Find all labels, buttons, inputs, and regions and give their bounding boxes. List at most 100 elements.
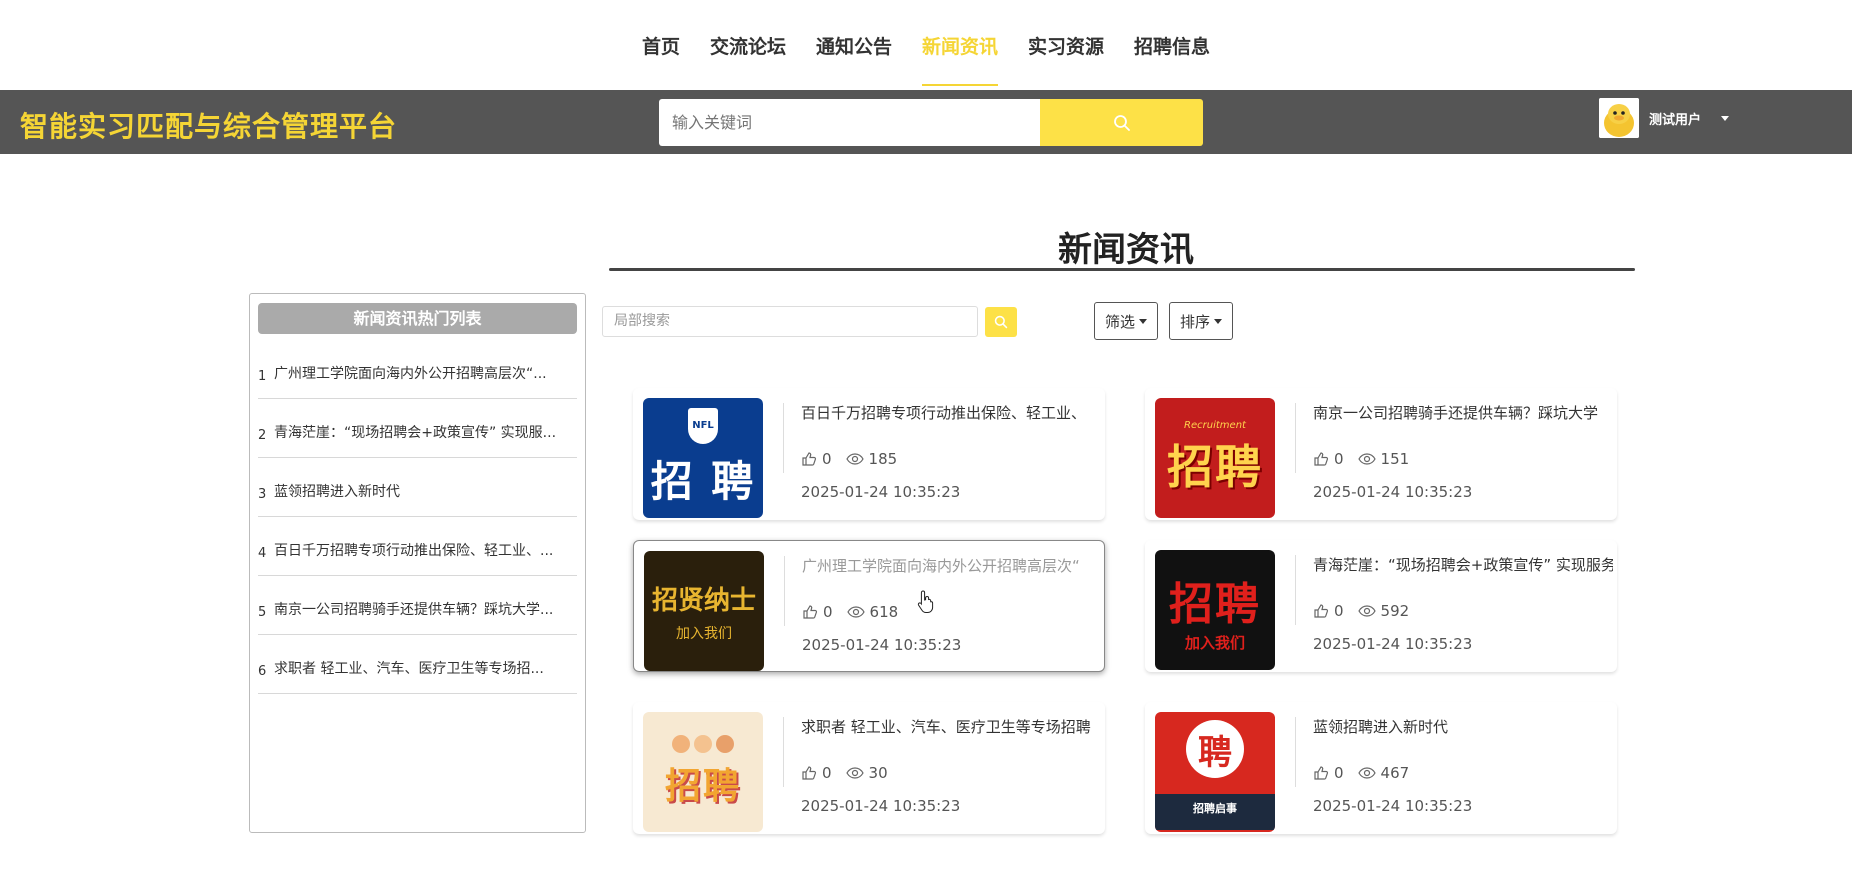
news-card[interactable]: 聘 招聘启事 蓝领招聘进入新时代 0 467 2025-01-24 10:35:… bbox=[1145, 702, 1617, 834]
nav-item-news[interactable]: 新闻资讯 bbox=[922, 32, 999, 86]
news-thumbnail: 招聘 bbox=[643, 712, 763, 832]
news-thumbnail: 招贤纳士 加入我们 bbox=[644, 551, 764, 671]
news-title: 蓝领招聘进入新时代 bbox=[1313, 718, 1449, 736]
hot-list-panel: 新闻资讯热门列表 1 广州理工学院面向海内外公开招聘高层次“... 2 青海茫崖：“… bbox=[249, 293, 586, 833]
local-search-button[interactable] bbox=[985, 307, 1017, 337]
user-name: 测试用户 bbox=[1649, 112, 1702, 128]
card-divider bbox=[1295, 555, 1296, 625]
thumb-sub: 招聘启事 bbox=[1155, 794, 1275, 830]
list-item-text: 蓝领招聘进入新时代 bbox=[274, 484, 400, 500]
title-divider bbox=[609, 268, 1635, 271]
list-item-index: 2 bbox=[258, 427, 267, 443]
thumb-sub: NFL bbox=[692, 420, 714, 431]
like-count: 0 bbox=[822, 450, 832, 468]
news-time: 2025-01-24 10:35:23 bbox=[1313, 483, 1473, 501]
list-item[interactable]: 5 南京一公司招聘骑手还提供车辆？踩坑大学... bbox=[258, 576, 577, 635]
thumb-sub: 加入我们 bbox=[1184, 633, 1245, 652]
news-card[interactable]: 招聘 加入我们 青海茫崖：“现场招聘会+政策宣传” 实现服务 0 592 202… bbox=[1145, 540, 1617, 672]
view-count: 185 bbox=[868, 450, 898, 468]
thumbs-up-icon bbox=[1313, 765, 1329, 781]
news-card[interactable]: Recruitment 招聘 南京一公司招聘骑手还提供车辆？踩坑大学 0 151… bbox=[1145, 388, 1617, 520]
card-divider bbox=[784, 556, 785, 626]
list-item[interactable]: 4 百日千万招聘专项行动推出保险、轻工业、... bbox=[258, 517, 577, 576]
thumbs-up-icon bbox=[802, 604, 818, 620]
eye-icon bbox=[1357, 604, 1376, 618]
sort-label: 排序 bbox=[1180, 312, 1211, 331]
search-icon bbox=[994, 315, 1008, 329]
user-menu[interactable]: 测试用户 bbox=[1599, 97, 1730, 139]
like-count: 0 bbox=[1334, 450, 1344, 468]
thumbs-up-icon bbox=[1313, 603, 1329, 619]
search-button[interactable] bbox=[1040, 99, 1203, 146]
sort-dropdown[interactable]: 排序 bbox=[1169, 302, 1234, 340]
search-input[interactable] bbox=[659, 99, 1040, 146]
news-time: 2025-01-24 10:35:23 bbox=[802, 636, 962, 654]
nav-item-notice[interactable]: 通知公告 bbox=[816, 32, 892, 86]
news-card[interactable]: 招聘 求职者 轻工业、汽车、医疗卫生等专场招聘 0 30 2025-01-24 … bbox=[633, 702, 1105, 834]
list-item[interactable]: 6 求职者 轻工业、汽车、医疗卫生等专场招... bbox=[258, 635, 577, 694]
filter-dropdown[interactable]: 筛选 bbox=[1094, 302, 1159, 340]
news-title: 南京一公司招聘骑手还提供车辆？踩坑大学 bbox=[1313, 404, 1599, 422]
list-item-index: 5 bbox=[258, 604, 267, 620]
nav-item-home[interactable]: 首页 bbox=[642, 32, 680, 86]
list-item[interactable]: 3 蓝领招聘进入新时代 bbox=[258, 458, 577, 517]
filter-label: 筛选 bbox=[1105, 312, 1136, 331]
thumb-sub: Recruitment bbox=[1184, 419, 1246, 431]
hand-cursor-icon bbox=[917, 590, 934, 613]
eye-icon bbox=[845, 766, 864, 780]
news-time: 2025-01-24 10:35:23 bbox=[1313, 635, 1473, 653]
eye-icon bbox=[846, 605, 865, 619]
nav-item-forum[interactable]: 交流论坛 bbox=[710, 32, 786, 86]
news-thumbnail: NFL 招 聘 bbox=[643, 398, 763, 518]
card-divider bbox=[1295, 403, 1296, 473]
list-item[interactable]: 2 青海茫崖：“现场招聘会+政策宣传” 实现服... bbox=[258, 399, 577, 458]
hot-list-title: 新闻资讯热门列表 bbox=[258, 303, 577, 334]
list-item-text: 南京一公司招聘骑手还提供车辆？踩坑大学... bbox=[274, 602, 554, 618]
news-thumbnail: 招聘 加入我们 bbox=[1155, 550, 1275, 670]
like-count: 0 bbox=[1334, 764, 1344, 782]
thumb-text: 招贤纳士 bbox=[651, 585, 756, 616]
thumbs-up-icon bbox=[801, 765, 817, 781]
brand-title: 智能实习匹配与综合管理平台 bbox=[20, 110, 398, 143]
thumbs-up-icon bbox=[801, 451, 817, 467]
eye-icon bbox=[845, 452, 864, 466]
page-title: 新闻资讯 bbox=[1058, 230, 1194, 270]
thumb-sub: 加入我们 bbox=[676, 625, 732, 642]
news-stats: 0 467 bbox=[1313, 764, 1409, 782]
news-thumbnail: Recruitment 招聘 bbox=[1155, 398, 1275, 518]
news-card[interactable]: NFL 招 聘 百日千万招聘专项行动推出保险、轻工业、 0 185 2025-0… bbox=[633, 388, 1105, 520]
local-search-input[interactable]: 局部搜索 bbox=[602, 306, 978, 337]
news-stats: 0 30 bbox=[801, 764, 888, 782]
avatar bbox=[1599, 98, 1639, 138]
list-item-index: 6 bbox=[258, 663, 267, 679]
news-time: 2025-01-24 10:35:23 bbox=[801, 797, 961, 815]
thumb-text: 招聘 bbox=[1167, 439, 1263, 494]
news-stats: 0 618 bbox=[802, 603, 898, 621]
news-stats: 0 185 bbox=[801, 450, 897, 468]
thumb-text: 招 聘 bbox=[650, 456, 756, 506]
news-card[interactable]: 招贤纳士 加入我们 广州理工学院面向海内外公开招聘高层次“ 0 618 2025… bbox=[633, 540, 1105, 672]
header-bar: 智能实习匹配与综合管理平台 测试用户 bbox=[0, 90, 1852, 154]
news-stats: 0 592 bbox=[1313, 602, 1409, 620]
card-divider bbox=[783, 403, 784, 473]
list-item-text: 青海茫崖：“现场招聘会+政策宣传” 实现服... bbox=[274, 425, 557, 441]
chevron-down-icon bbox=[1139, 318, 1148, 324]
like-count: 0 bbox=[1334, 602, 1344, 620]
news-time: 2025-01-24 10:35:23 bbox=[801, 483, 961, 501]
eye-icon bbox=[1357, 766, 1376, 780]
nav-item-recruitment[interactable]: 招聘信息 bbox=[1134, 32, 1210, 86]
global-search bbox=[659, 99, 1203, 146]
view-count: 618 bbox=[869, 603, 899, 621]
nav-item-internship[interactable]: 实习资源 bbox=[1028, 32, 1104, 86]
list-item[interactable]: 1 广州理工学院面向海内外公开招聘高层次“... bbox=[258, 340, 577, 399]
thumbs-up-icon bbox=[1313, 451, 1329, 467]
list-item-index: 1 bbox=[258, 368, 267, 384]
news-thumbnail: 聘 招聘启事 bbox=[1155, 712, 1275, 832]
thumb-text: 聘 bbox=[1198, 732, 1232, 773]
chevron-down-icon bbox=[1721, 115, 1730, 121]
list-item-text: 广州理工学院面向海内外公开招聘高层次“... bbox=[274, 366, 547, 382]
list-item-text: 求职者 轻工业、汽车、医疗卫生等专场招... bbox=[274, 661, 544, 677]
search-icon bbox=[1113, 114, 1130, 131]
people-illustration-icon bbox=[672, 735, 734, 753]
news-title: 青海茫崖：“现场招聘会+政策宣传” 实现服务 bbox=[1313, 556, 1613, 574]
